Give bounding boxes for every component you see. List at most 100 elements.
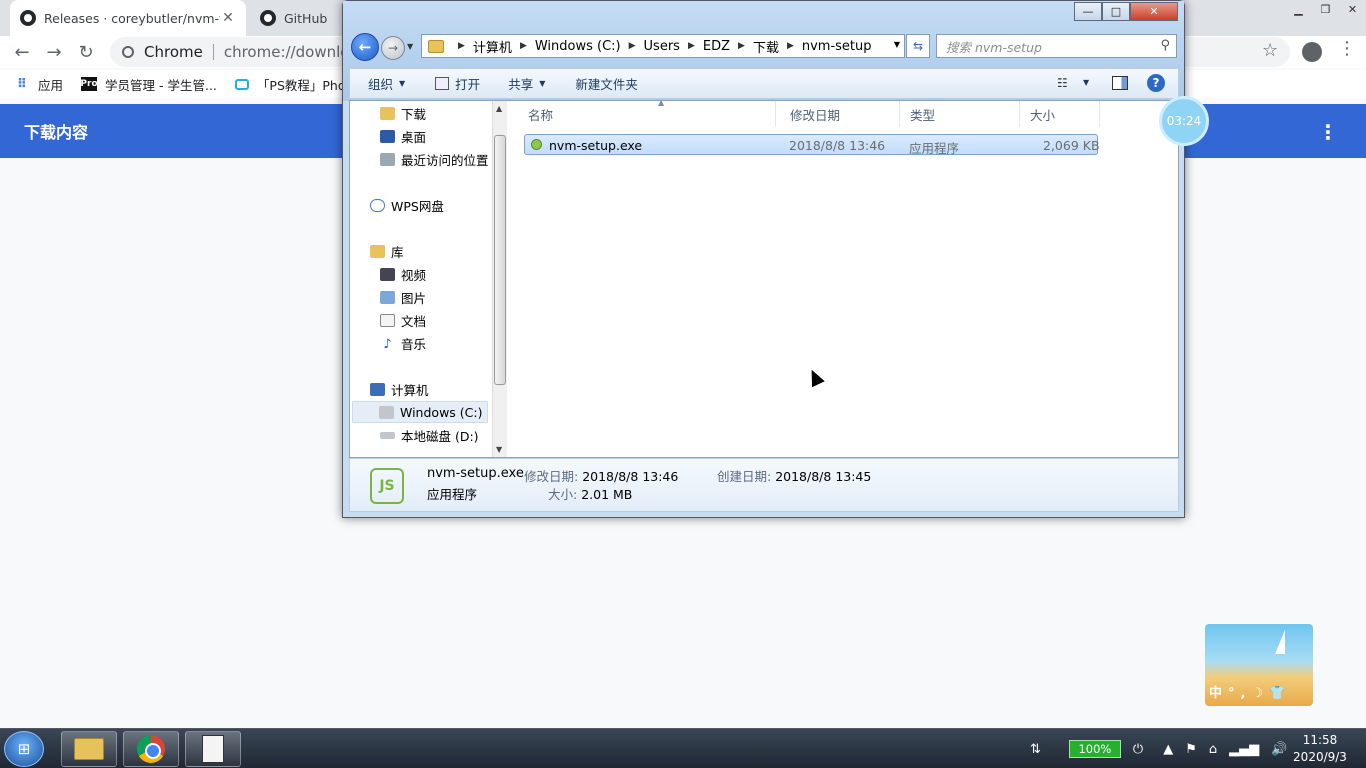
details-modified-label: 修改日期: xyxy=(524,469,579,484)
close-icon[interactable]: ✕ xyxy=(220,10,236,26)
recent-pages-dropdown-icon[interactable]: ▼ xyxy=(407,42,413,51)
tab-github[interactable]: GitHub - r xyxy=(250,0,340,36)
drive-icon xyxy=(380,432,395,439)
share-button[interactable]: 共享 ▼ xyxy=(508,74,545,93)
forward-arrow-icon[interactable]: → xyxy=(42,40,66,64)
power-plug-icon[interactable]: ⏻ xyxy=(1133,742,1143,757)
scroll-up-icon[interactable]: ▲ xyxy=(496,104,502,113)
nav-item-desktop[interactable]: 桌面 xyxy=(380,127,426,146)
github-icon xyxy=(260,10,276,26)
floating-timer[interactable]: 03:24 xyxy=(1159,96,1209,146)
explorer-body: 下载 桌面 最近访问的位置 WPS网盘 库 视频 图片 文档 ♪ 音乐 计算机 … xyxy=(349,98,1179,458)
breadcrumb-drive-c[interactable]: Windows (C:) xyxy=(535,39,621,54)
system-clock[interactable]: 11:58 2020/9/3 xyxy=(1290,732,1350,766)
taskbar-explorer[interactable] xyxy=(61,731,117,767)
nav-item-wps[interactable]: WPS网盘 xyxy=(370,196,444,215)
nav-label: 下载 xyxy=(401,107,427,122)
more-options-icon[interactable]: ⋮ xyxy=(1318,120,1338,144)
battery-indicator[interactable]: 100% xyxy=(1068,740,1121,758)
bookmark-ps-tutorial[interactable]: 「PS教程」Pho xyxy=(234,75,346,94)
flag-icon[interactable]: ⚑ xyxy=(1185,742,1197,757)
system-tray: ⇅ 100% ⏻ ▲ ⚑ ⌂ ▂▄▆ 🔊 xyxy=(1030,729,1287,768)
bookmark-star-icon[interactable]: ☆ xyxy=(1262,40,1278,61)
details-file-type: 应用程序 xyxy=(427,487,478,502)
profile-icon[interactable] xyxy=(1302,42,1322,62)
bilibili-icon xyxy=(234,78,249,90)
details-modified-value: 2018/8/8 13:46 xyxy=(582,469,679,484)
refresh-icon[interactable]: ⇆ xyxy=(906,34,930,58)
nav-item-documents[interactable]: 文档 xyxy=(380,311,426,330)
nav-item-downloads[interactable]: 下载 xyxy=(380,104,426,123)
column-header-modified[interactable]: 修改日期 xyxy=(780,101,900,127)
nav-item-library[interactable]: 库 xyxy=(370,242,404,261)
bookmark-label: 「PS教程」Pho xyxy=(256,77,346,93)
details-file-name: nvm-setup.exe xyxy=(427,466,524,481)
column-label: 修改日期 xyxy=(790,107,841,123)
minimize-button[interactable]: — xyxy=(1074,2,1102,21)
new-folder-button[interactable]: 新建文件夹 xyxy=(575,74,638,93)
nav-item-music[interactable]: ♪ 音乐 xyxy=(380,334,426,353)
ime-skin-widget[interactable]: 中°,☽👕 xyxy=(1205,624,1313,706)
bookmark-apps[interactable]: ⠿ 应用 xyxy=(14,75,63,94)
nav-item-drive-d[interactable]: 本地磁盘 (D:) xyxy=(380,426,479,445)
open-button[interactable]: 打开 xyxy=(435,74,480,93)
chevron-down-icon[interactable]: ▼ xyxy=(1083,78,1089,87)
address-dropdown-icon[interactable]: ▼ xyxy=(894,40,900,49)
column-label: 大小 xyxy=(1030,107,1056,123)
nav-item-pictures[interactable]: 图片 xyxy=(380,288,426,307)
bookmark-label: 应用 xyxy=(38,77,64,93)
maximize-icon[interactable]: ❐ xyxy=(1312,0,1339,18)
details-size-value: 2.01 MB xyxy=(581,487,633,502)
column-header-size[interactable]: 大小 xyxy=(1020,101,1100,127)
file-row[interactable]: nvm-setup.exe 2018/8/8 13:46 应用程序 2,069 … xyxy=(524,134,1100,156)
reload-icon[interactable]: ↻ xyxy=(74,40,98,64)
scroll-thumb[interactable] xyxy=(494,135,506,385)
back-arrow-icon[interactable]: ← xyxy=(351,33,379,61)
column-label: 类型 xyxy=(910,107,936,123)
breadcrumb-users[interactable]: Users xyxy=(644,39,680,54)
nav-label: 库 xyxy=(391,245,404,260)
network-signal-icon[interactable]: ▂▄▆ xyxy=(1229,742,1259,757)
tray-arrows-icon[interactable]: ⇅ xyxy=(1030,742,1041,757)
nav-item-recent[interactable]: 最近访问的位置 xyxy=(380,150,489,169)
usb-icon[interactable]: ⌂ xyxy=(1209,742,1217,757)
show-hidden-icons-icon[interactable]: ▲ xyxy=(1163,742,1173,757)
nav-item-computer[interactable]: 计算机 xyxy=(370,380,429,399)
breadcrumb-downloads[interactable]: 下载 xyxy=(753,37,779,56)
breadcrumb-computer[interactable]: 计算机 xyxy=(473,37,512,56)
address-bar[interactable]: ▶ 计算机 ▶ Windows (C:) ▶ Users ▶ EDZ ▶ 下载 … xyxy=(421,34,905,58)
nav-item-drive-c[interactable]: Windows (C:) xyxy=(352,401,488,423)
organize-button[interactable]: 组织 ▼ xyxy=(368,74,405,93)
search-input[interactable]: 搜索 nvm-setup ⚲ xyxy=(936,34,1177,58)
chrome-menu-icon[interactable]: ⋮ xyxy=(1338,38,1356,59)
taskbar-chrome[interactable] xyxy=(123,731,179,767)
file-name: nvm-setup.exe xyxy=(549,138,643,153)
scroll-down-icon[interactable]: ▼ xyxy=(496,445,502,454)
search-icon[interactable]: ⚲ xyxy=(1160,38,1170,53)
column-header-type[interactable]: 类型 xyxy=(900,101,1020,127)
forward-arrow-icon[interactable]: → xyxy=(381,36,405,60)
nav-label: 本地磁盘 (D:) xyxy=(401,429,479,444)
nav-item-video[interactable]: 视频 xyxy=(380,265,426,284)
view-options-icon[interactable]: ☷ xyxy=(1057,76,1068,90)
close-icon[interactable]: ✕ xyxy=(1339,0,1366,18)
apps-grid-icon: ⠿ xyxy=(16,76,28,92)
preview-pane-icon[interactable] xyxy=(1112,76,1128,90)
nav-scrollbar[interactable]: ▲ ▼ xyxy=(492,101,507,457)
help-icon[interactable]: ? xyxy=(1147,74,1165,92)
taskbar-notepad[interactable] xyxy=(185,731,241,767)
volume-icon[interactable]: 🔊 xyxy=(1271,742,1287,757)
back-arrow-icon[interactable]: ← xyxy=(10,40,34,64)
nav-label: 视频 xyxy=(401,268,427,283)
bookmark-student-mgmt[interactable]: Pro 学员管理 - 学生管... xyxy=(80,75,217,94)
maximize-button[interactable]: □ xyxy=(1102,2,1130,21)
start-button[interactable]: ⊞ xyxy=(4,731,44,767)
breadcrumb-edz[interactable]: EDZ xyxy=(703,39,730,54)
minimize-icon[interactable]: ▁ xyxy=(1285,0,1312,18)
tab-releases[interactable]: Releases · coreybutler/nvm-wi ✕ xyxy=(10,0,246,36)
breadcrumb-nvm-setup[interactable]: nvm-setup xyxy=(802,39,872,54)
sort-ascending-icon: ▲ xyxy=(658,98,665,107)
column-header-name[interactable]: 名称 ▲ xyxy=(518,98,776,127)
new-folder-label: 新建文件夹 xyxy=(575,77,638,92)
close-button[interactable]: ✕ xyxy=(1130,2,1178,21)
